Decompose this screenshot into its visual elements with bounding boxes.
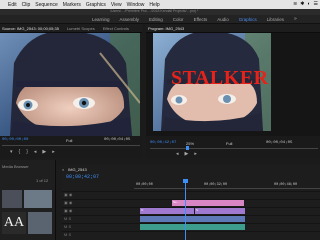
audio-track-2[interactable]: M S [62, 223, 320, 230]
mute-icon[interactable]: M S [64, 232, 71, 237]
video-track-1[interactable]: ▣ ◉ fx fx [62, 207, 320, 214]
workspace-color[interactable]: Color [173, 17, 184, 22]
project-item-count: 1 of 12 [36, 178, 49, 183]
graphic-thumbnail[interactable]: AA [2, 212, 26, 234]
source-fit-dropdown[interactable]: Full [66, 138, 72, 143]
timeline-ruler[interactable]: 00;00;00 00;00;32;00 00;00;48;00 [134, 183, 320, 189]
program-fit-dropdown[interactable]: Full [226, 141, 232, 146]
program-current-timecode[interactable]: 00;00;42;07 [150, 141, 176, 145]
tab-lumetri-scopes[interactable]: Lumetri Scopes [67, 26, 95, 31]
clip-label: Ne… [173, 200, 180, 204]
source-monitor-controls: 00;00;00;00 Full 00;00;04;05 ▾ { } ◂ ▶ ▸ [0, 136, 142, 158]
menu-list-icon[interactable]: ☰ [314, 1, 318, 7]
title-clip[interactable]: Ne… [172, 200, 244, 206]
play-icon[interactable]: ▶ [185, 151, 189, 157]
program-video-frame[interactable]: STALKER [153, 33, 271, 131]
play-icon[interactable]: ▶ [42, 149, 46, 155]
program-monitor-controls: 00;00;42;07 25% Full 00;00;04;05 ◂ ▶ ▸ [146, 136, 320, 158]
workspace-libraries[interactable]: Libraries [267, 17, 284, 22]
close-icon[interactable]: × [62, 167, 64, 172]
source-current-timecode[interactable]: 00;00;00;00 [2, 138, 28, 142]
menu-view[interactable]: View [111, 2, 122, 8]
mute-icon[interactable]: M S [64, 224, 71, 229]
tab-sequence[interactable]: IMG_2543 [68, 167, 87, 172]
step-back-icon[interactable]: ◂ [34, 149, 37, 155]
wifi-icon[interactable]: ≋ [293, 1, 297, 7]
video-clip[interactable]: fx [195, 208, 245, 214]
workspace-more-icon[interactable]: » [294, 16, 297, 22]
program-duration: 00;00;04;05 [266, 141, 293, 145]
masked-figure-image [0, 33, 140, 136]
track-lock-icon[interactable]: ▣ ◉ [64, 208, 72, 213]
workspace-graphics[interactable]: Graphics [239, 17, 257, 22]
track-lock-icon[interactable]: ▣ ◉ [64, 192, 72, 197]
source-duration: 00;00;04;05 [104, 138, 131, 142]
audio-clip[interactable] [140, 216, 245, 222]
source-video-frame[interactable] [0, 33, 140, 136]
tab-effect-controls[interactable]: Effect Controls [103, 26, 129, 31]
marker-icon[interactable]: ▾ [10, 149, 13, 155]
program-transport-controls: ◂ ▶ ▸ [176, 151, 197, 157]
video-track-2[interactable]: ▣ ◉ Ne… [62, 199, 320, 206]
timeline-timecode[interactable]: 00;00;42;07 [66, 174, 99, 180]
menu-window[interactable]: Window [127, 2, 145, 8]
clip-thumbnail[interactable] [24, 190, 52, 208]
ruler-tick-label: 00;00;00 [136, 183, 153, 187]
step-forward-icon[interactable]: ▸ [52, 149, 55, 155]
project-panel: Media Browser 1 of 12 AA [0, 160, 56, 240]
mac-menu-bar: Edit Clip Sequence Markers Graphics View… [0, 0, 320, 9]
tab-media-browser[interactable]: Media Browser [2, 164, 29, 169]
menu-edit[interactable]: Edit [8, 2, 17, 8]
workspace-assembly[interactable]: Assembly [120, 17, 140, 22]
video-track-3[interactable]: ▣ ◉ [62, 191, 320, 198]
menu-sequence[interactable]: Sequence [35, 2, 58, 8]
source-panel-tabs: Source: IMG_2543: 00;00;05;35 Lumetri Sc… [0, 24, 142, 33]
tab-program[interactable]: Program: IMG_2543 [148, 26, 184, 31]
workspace-audio[interactable]: Audio [217, 17, 229, 22]
workspace-learning[interactable]: Learning [92, 17, 110, 22]
mark-in-icon[interactable]: { [19, 149, 21, 155]
clip-thumbnail[interactable] [28, 212, 52, 234]
ruler-tick-label: 00;00;32;00 [204, 183, 228, 187]
bluetooth-icon[interactable]: ✱ [300, 1, 304, 7]
menu-graphics[interactable]: Graphics [86, 2, 106, 8]
workspace-editing[interactable]: Editing [149, 17, 163, 22]
timeline-playhead[interactable] [185, 180, 186, 240]
program-playhead-marker[interactable] [186, 146, 189, 150]
audio-clip[interactable] [140, 224, 245, 230]
tab-source[interactable]: Source: IMG_2543: 00;00;05;35 [2, 26, 59, 31]
timeline-panel: × IMG_2543 00;00;42;07 00;00;00 00;00;32… [62, 165, 320, 240]
menu-markers[interactable]: Markers [63, 2, 81, 8]
display-icon[interactable]: ◐ [307, 1, 310, 7]
step-back-icon[interactable]: ◂ [176, 151, 179, 157]
menu-help[interactable]: Help [149, 2, 159, 8]
step-forward-icon[interactable]: ▸ [194, 151, 197, 157]
mark-out-icon[interactable]: } [26, 149, 28, 155]
workspace-effects[interactable]: Effects [194, 17, 208, 22]
stalker-title-text[interactable]: STALKER [171, 67, 269, 90]
clip-label: fx [196, 208, 199, 212]
track-lock-icon[interactable]: ▣ ◉ [64, 200, 72, 205]
audio-track-1[interactable]: M S [62, 215, 320, 222]
ruler-tick-label: 00;00;48;00 [274, 183, 298, 187]
clip-thumbnail[interactable] [2, 190, 22, 208]
mute-icon[interactable]: M S [64, 216, 71, 221]
workspace-bar: Learning Assembly Editing Color Effects … [0, 15, 320, 24]
project-path: /Users/…/Premiere Pro/…/2018 Kendall Pro… [110, 9, 199, 13]
audio-track-3[interactable]: M S [62, 231, 320, 238]
program-panel-tabs: Program: IMG_2543 [146, 24, 320, 33]
source-transport-controls: ▾ { } ◂ ▶ ▸ [10, 149, 55, 155]
status-icons: ≋ ✱ ◐ ☰ [293, 1, 318, 7]
menu-clip[interactable]: Clip [22, 2, 31, 8]
